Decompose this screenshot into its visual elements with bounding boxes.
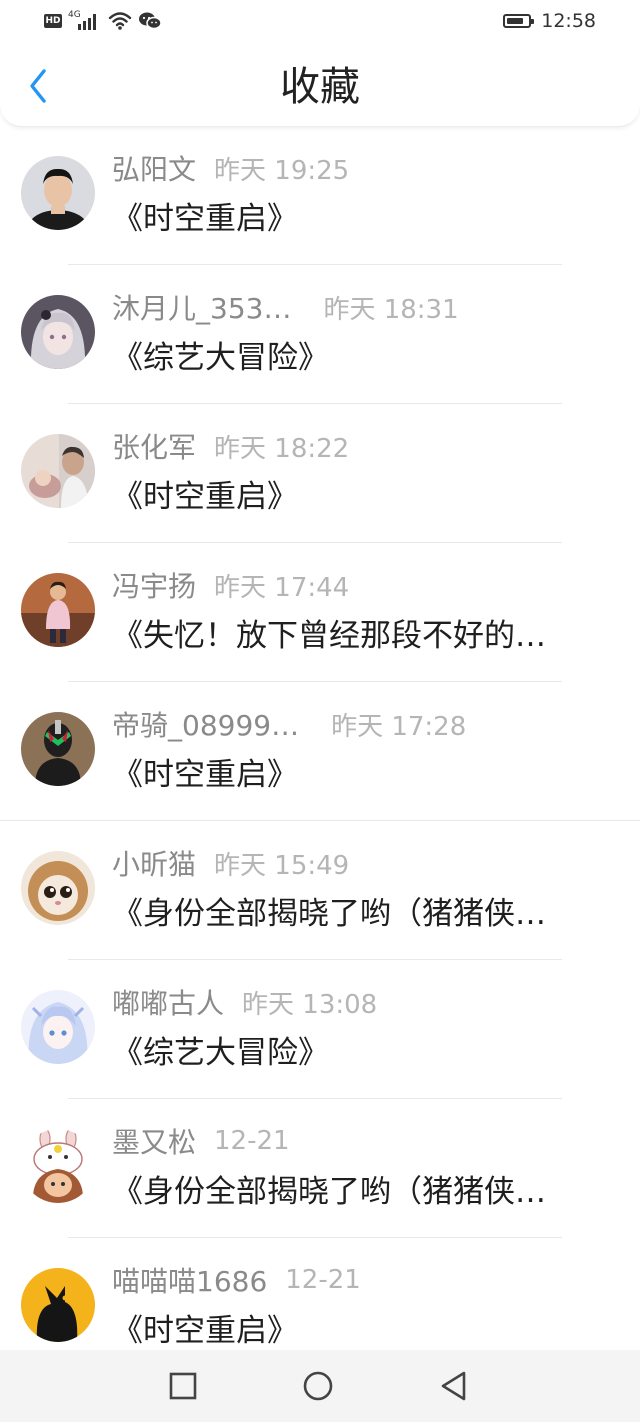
timestamp: 昨天 18:22	[214, 433, 350, 464]
list-item[interactable]: 嘟嘟古人 昨天 13:08 《综艺大冒险》	[0, 960, 640, 1099]
user-name[interactable]: 冯宇扬	[112, 565, 196, 605]
system-nav-bar	[0, 1350, 640, 1422]
list-item[interactable]: 小昕猫 昨天 15:49 《身份全部揭晓了哟（猪猪侠…	[0, 821, 640, 960]
circle-home-icon	[303, 1371, 333, 1401]
timestamp: 昨天 17:44	[214, 572, 350, 603]
top-app-bar: 收藏	[0, 44, 640, 127]
name-line: 沐月儿_353… 昨天 18:31	[112, 287, 459, 327]
user-name[interactable]: 嘟嘟古人	[112, 982, 224, 1022]
collection-screen: HD 4G 12:58 收藏 弘阳文 昨天 19:25 《时空重启》 沐月儿_3…	[0, 0, 640, 1422]
item-title[interactable]: 《失忆！放下曾经那段不好的…	[112, 615, 602, 657]
list-item[interactable]: 帝骑_08999… 昨天 17:28 《时空重启》	[0, 682, 640, 821]
status-time: 12:58	[541, 10, 596, 32]
name-line: 嘟嘟古人 昨天 13:08	[112, 982, 377, 1022]
timestamp: 昨天 18:31	[323, 294, 459, 325]
avatar[interactable]	[21, 1268, 95, 1342]
list-item[interactable]: 墨又松 12-21 《身份全部揭晓了哟（猪猪侠…	[0, 1099, 640, 1238]
page-title: 收藏	[280, 64, 360, 110]
list-item[interactable]: 张化军 昨天 18:22 《时空重启》	[0, 404, 640, 543]
collection-list: 弘阳文 昨天 19:25 《时空重启》 沐月儿_353… 昨天 18:31 《综…	[0, 126, 640, 1377]
user-name[interactable]: 沐月儿_353…	[112, 287, 291, 327]
avatar[interactable]	[21, 712, 95, 786]
avatar[interactable]	[21, 851, 95, 925]
user-name[interactable]: 墨又松	[112, 1121, 196, 1161]
name-line: 小昕猫 昨天 15:49	[112, 843, 349, 883]
timestamp: 昨天 19:25	[214, 155, 350, 186]
user-name[interactable]: 弘阳文	[112, 148, 196, 188]
triangle-back-icon	[441, 1371, 466, 1401]
wechat-icon	[139, 12, 162, 30]
user-name[interactable]: 喵喵喵1686	[112, 1260, 267, 1300]
name-line: 冯宇扬 昨天 17:44	[112, 565, 349, 605]
avatar[interactable]	[21, 990, 95, 1064]
name-line: 弘阳文 昨天 19:25	[112, 148, 349, 188]
item-title[interactable]: 《综艺大冒险》	[112, 1032, 602, 1074]
list-item[interactable]: 弘阳文 昨天 19:25 《时空重启》	[0, 126, 640, 265]
avatar[interactable]	[21, 295, 95, 369]
timestamp: 昨天 17:28	[331, 711, 467, 742]
item-title[interactable]: 《时空重启》	[112, 476, 602, 518]
name-line: 喵喵喵1686 12-21	[112, 1260, 361, 1300]
battery-icon	[503, 14, 535, 28]
status-left-group: HD 4G	[44, 10, 162, 32]
item-title[interactable]: 《时空重启》	[112, 1310, 602, 1352]
timestamp: 12-21	[285, 1265, 361, 1295]
list-item[interactable]: 沐月儿_353… 昨天 18:31 《综艺大冒险》	[0, 265, 640, 404]
name-line: 张化军 昨天 18:22	[112, 426, 349, 466]
status-bar: HD 4G 12:58	[0, 0, 640, 44]
avatar[interactable]	[21, 573, 95, 647]
signal-icon: 4G	[68, 10, 102, 32]
timestamp: 昨天 15:49	[214, 850, 350, 881]
user-name[interactable]: 帝骑_08999…	[112, 704, 299, 744]
wifi-icon	[108, 12, 132, 30]
name-line: 墨又松 12-21	[112, 1121, 290, 1161]
item-title[interactable]: 《身份全部揭晓了哟（猪猪侠…	[112, 1171, 602, 1213]
user-name[interactable]: 小昕猫	[112, 843, 196, 883]
avatar[interactable]	[21, 1129, 95, 1203]
timestamp: 昨天 13:08	[242, 989, 378, 1020]
recents-button[interactable]	[167, 1370, 199, 1402]
hd-icon: HD	[44, 14, 62, 28]
square-recent-icon	[169, 1372, 197, 1400]
back-nav-button[interactable]	[438, 1370, 470, 1402]
avatar[interactable]	[21, 156, 95, 230]
item-title[interactable]: 《时空重启》	[112, 754, 602, 796]
user-name[interactable]: 张化军	[112, 426, 196, 466]
status-right-group: 12:58	[503, 10, 596, 32]
name-line: 帝骑_08999… 昨天 17:28	[112, 704, 466, 744]
home-button[interactable]	[302, 1370, 334, 1402]
avatar[interactable]	[21, 434, 95, 508]
item-title[interactable]: 《时空重启》	[112, 198, 602, 240]
item-title[interactable]: 《身份全部揭晓了哟（猪猪侠…	[112, 893, 602, 935]
timestamp: 12-21	[214, 1126, 290, 1156]
list-item[interactable]: 冯宇扬 昨天 17:44 《失忆！放下曾经那段不好的…	[0, 543, 640, 682]
item-title[interactable]: 《综艺大冒险》	[112, 337, 602, 379]
